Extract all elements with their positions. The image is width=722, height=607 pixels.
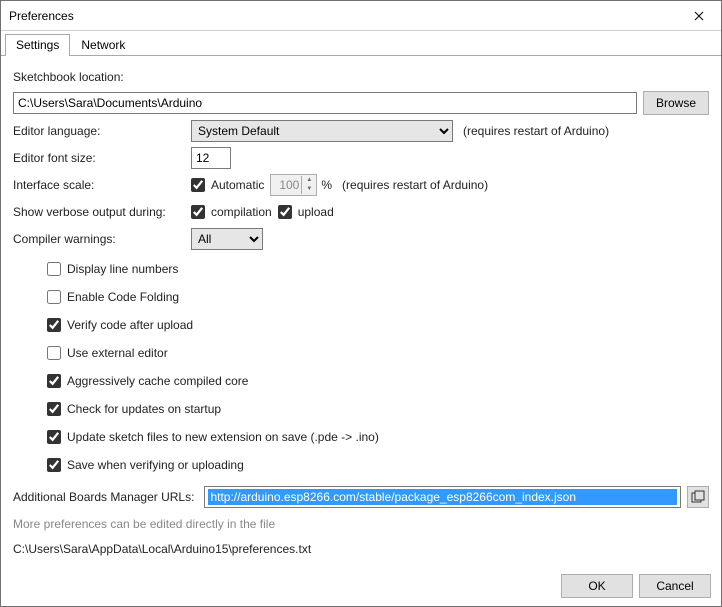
enable-code-folding-label: Enable Code Folding xyxy=(67,290,179,304)
chevron-up-icon[interactable]: ▲ xyxy=(302,176,316,185)
verbose-label: Show verbose output during: xyxy=(13,205,191,219)
check-updates-checkbox[interactable] xyxy=(47,402,61,416)
display-line-numbers-label: Display line numbers xyxy=(67,262,178,276)
interface-scale-hint: (requires restart of Arduino) xyxy=(342,178,488,192)
close-icon xyxy=(694,11,704,21)
scale-value-input xyxy=(271,178,301,192)
verbose-upload-checkbox[interactable] xyxy=(278,205,292,219)
verify-after-upload-label: Verify code after upload xyxy=(67,318,193,332)
boards-url-label: Additional Boards Manager URLs: xyxy=(13,490,194,504)
automatic-scale-checkbox[interactable] xyxy=(191,178,205,192)
browse-button[interactable]: Browse xyxy=(643,91,709,115)
window-expand-icon xyxy=(691,490,705,504)
external-editor-label: Use external editor xyxy=(67,346,168,360)
cancel-button[interactable]: Cancel xyxy=(639,574,711,598)
tab-settings[interactable]: Settings xyxy=(5,34,70,56)
update-extension-label: Update sketch files to new extension on … xyxy=(67,430,379,444)
check-updates-label: Check for updates on startup xyxy=(67,402,221,416)
external-editor-checkbox[interactable] xyxy=(47,346,61,360)
compiler-warnings-label: Compiler warnings: xyxy=(13,232,191,246)
compiler-warnings-select[interactable]: All xyxy=(191,228,263,250)
titlebar: Preferences xyxy=(1,1,721,31)
close-button[interactable] xyxy=(676,1,721,30)
spinner-buttons[interactable]: ▲▼ xyxy=(301,176,316,194)
more-prefs-line1: More preferences can be edited directly … xyxy=(13,517,275,531)
sketchbook-label: Sketchbook location: xyxy=(13,70,124,84)
editor-language-select[interactable]: System Default xyxy=(191,120,453,142)
verbose-upload-label: upload xyxy=(298,205,334,219)
boards-url-expand-button[interactable] xyxy=(687,486,709,508)
settings-panel: Sketchbook location: Browse Editor langu… xyxy=(1,56,721,566)
automatic-scale-label: Automatic xyxy=(211,178,264,192)
enable-code-folding-checkbox[interactable] xyxy=(47,290,61,304)
percent-label: % xyxy=(321,178,332,192)
dialog-footer: OK Cancel xyxy=(1,566,721,606)
window-title: Preferences xyxy=(9,9,74,23)
boards-url-input[interactable] xyxy=(208,489,677,505)
save-on-verify-label: Save when verifying or uploading xyxy=(67,458,244,472)
interface-scale-label: Interface scale: xyxy=(13,178,191,192)
scale-spinner[interactable]: ▲▼ xyxy=(270,174,317,196)
tab-network[interactable]: Network xyxy=(70,34,136,56)
display-line-numbers-checkbox[interactable] xyxy=(47,262,61,276)
tab-bar: Settings Network xyxy=(1,33,721,56)
preferences-window: Preferences Settings Network Sketchbook … xyxy=(0,0,722,607)
sketchbook-input[interactable] xyxy=(13,92,637,114)
aggressive-cache-checkbox[interactable] xyxy=(47,374,61,388)
font-size-label: Editor font size: xyxy=(13,151,191,165)
aggressive-cache-label: Aggressively cache compiled core xyxy=(67,374,248,388)
options-checklist: Display line numbers Enable Code Folding… xyxy=(47,258,709,476)
verbose-compilation-label: compilation xyxy=(211,205,272,219)
editor-language-label: Editor language: xyxy=(13,124,191,138)
boards-url-input-wrap xyxy=(204,486,681,508)
font-size-input[interactable] xyxy=(191,147,231,169)
update-extension-checkbox[interactable] xyxy=(47,430,61,444)
save-on-verify-checkbox[interactable] xyxy=(47,458,61,472)
verbose-compilation-checkbox[interactable] xyxy=(191,205,205,219)
verify-after-upload-checkbox[interactable] xyxy=(47,318,61,332)
prefs-file-path: C:\Users\Sara\AppData\Local\Arduino15\pr… xyxy=(13,542,311,556)
ok-button[interactable]: OK xyxy=(561,574,633,598)
editor-language-hint: (requires restart of Arduino) xyxy=(463,124,609,138)
chevron-down-icon[interactable]: ▼ xyxy=(302,185,316,194)
